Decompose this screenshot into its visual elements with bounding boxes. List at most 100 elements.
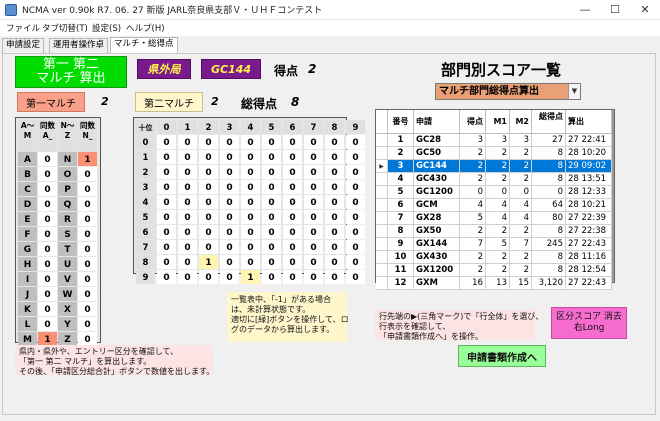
table-row[interactable]: 9 GX144 7 5 7 245 27 22:43 xyxy=(376,238,614,251)
menu-settings[interactable]: 設定(S) xyxy=(92,22,121,34)
grid-cell: 0 xyxy=(38,197,57,211)
minimize-button[interactable]: — xyxy=(570,0,600,20)
table-row[interactable]: 11 GX1200 2 2 2 8 28 12:54 xyxy=(376,264,614,277)
grid-col-header: 7 xyxy=(304,120,323,134)
first-multi-value: 2 xyxy=(101,95,109,108)
chevron-down-icon[interactable]: ▼ xyxy=(568,84,580,99)
row-selector[interactable] xyxy=(376,277,388,290)
table-row[interactable]: 7 GX28 5 4 4 80 27 22:39 xyxy=(376,212,614,225)
table-cell: 5 xyxy=(388,186,414,199)
grid-cell: 0 xyxy=(178,255,197,269)
grid-row-header: 8 xyxy=(136,255,155,269)
grid-cell: 1 xyxy=(241,270,260,284)
row-selector[interactable] xyxy=(376,134,388,147)
table-cell: 8 xyxy=(532,251,566,264)
grid-col-header: 5 xyxy=(262,120,281,134)
table-row[interactable]: 8 GX50 2 2 2 8 27 22:38 xyxy=(376,225,614,238)
row-selector[interactable] xyxy=(376,199,388,212)
calc-mode-select[interactable]: マルチ部門総得点算出 ▼ xyxy=(435,83,581,100)
table-row[interactable]: 12 GXM 16 13 15 3,120 27 22:43 xyxy=(376,277,614,290)
grid-cell: 0 xyxy=(220,165,239,179)
table-row[interactable]: 1 GC28 3 3 3 27 27 22:41 xyxy=(376,134,614,147)
row-selector[interactable] xyxy=(376,212,388,225)
table-cell: 2 xyxy=(486,251,510,264)
table-row[interactable]: 6 GCM 4 4 4 64 28 10:21 xyxy=(376,199,614,212)
grid-cell: 0 xyxy=(262,150,281,164)
tab-multi-total[interactable]: マルチ・総得点 xyxy=(110,37,178,54)
grid-col-header: 4 xyxy=(241,120,260,134)
table-cell: 28 12:33 xyxy=(566,186,612,199)
table-header-row: 番号 申請 得点 M1 M2 総得点 算出 xyxy=(376,110,614,134)
grid-cell: 0 xyxy=(325,240,344,254)
grid-col-header: 9 xyxy=(346,120,365,134)
score-label: 得点 xyxy=(274,64,299,78)
grid-cell: 0 xyxy=(220,225,239,239)
row-selector-arrow-icon[interactable]: ▶ xyxy=(376,160,388,173)
menu-file[interactable]: ファイル xyxy=(6,22,40,34)
table-cell: 27 22:38 xyxy=(566,225,612,238)
grid-cell: O xyxy=(58,167,77,181)
close-button[interactable]: ✕ xyxy=(630,0,660,20)
create-application-button[interactable]: 申請書類作成へ xyxy=(458,345,546,367)
calc-multi-button[interactable]: 第一 第二 マルチ 算出 xyxy=(15,56,127,88)
grid-cell: 0 xyxy=(78,332,97,346)
clear-category-score-button[interactable]: 区分スコア 消去 右Long xyxy=(551,307,627,339)
table-row[interactable]: 10 GX430 2 2 2 8 28 11:16 xyxy=(376,251,614,264)
table-header-cell: M1 xyxy=(486,110,510,134)
outside-station-tag: 県外局 xyxy=(137,59,191,79)
row-selector[interactable] xyxy=(376,147,388,160)
table-row[interactable]: 2 GC50 2 2 2 8 28 10:20 xyxy=(376,147,614,160)
table-row[interactable]: 4 GC430 2 2 2 8 28 13:51 xyxy=(376,173,614,186)
grid-cell: 0 xyxy=(283,135,302,149)
table-cell: 2 xyxy=(486,264,510,277)
row-selector[interactable] xyxy=(376,264,388,277)
table-cell: 8 xyxy=(532,225,566,238)
first-multi-button[interactable]: 第一マルチ xyxy=(17,92,85,112)
table-header-cell: 総得点 xyxy=(532,110,566,134)
row-selector[interactable] xyxy=(376,186,388,199)
grid-cell: 0 xyxy=(38,182,57,196)
table-cell: 27 22:39 xyxy=(566,212,612,225)
table-row[interactable]: 5 GC1200 0 0 0 0 28 12:33 xyxy=(376,186,614,199)
table-row[interactable]: ▶ 3 GC144 2 2 2 8 29 09:02 xyxy=(376,160,614,173)
row-selector-header[interactable] xyxy=(376,110,388,134)
grid-cell: 0 xyxy=(304,150,323,164)
instruction-note-left: 県内・県外や、エントリー区分を確認して、 「第一 第二 マルチ」を算出します。 … xyxy=(15,345,214,376)
grid-cell: 0 xyxy=(283,225,302,239)
tab-operator-console[interactable]: 運用者操作卓 xyxy=(49,38,109,53)
grid-cell: M xyxy=(18,332,37,346)
grid-cell: 0 xyxy=(178,210,197,224)
table-cell: 27 22:43 xyxy=(566,277,612,290)
grid-cell: K xyxy=(18,302,37,316)
grid-cell: 0 xyxy=(262,135,281,149)
app-icon xyxy=(5,4,17,16)
grid-cell: 0 xyxy=(220,210,239,224)
table-cell: 7 xyxy=(510,238,532,251)
grid-cell: 0 xyxy=(157,150,176,164)
grid-cell: 0 xyxy=(304,180,323,194)
row-selector[interactable] xyxy=(376,251,388,264)
grid-cell: 0 xyxy=(199,135,218,149)
table-cell: 8 xyxy=(532,173,566,186)
grid-cell: 0 xyxy=(241,180,260,194)
grid-cell: 0 xyxy=(157,210,176,224)
table-cell: 3 xyxy=(460,134,486,147)
table-cell: 2 xyxy=(460,173,486,186)
row-selector[interactable] xyxy=(376,173,388,186)
title-bar: NCMA ver 0.90k R7. 06. 27 新版 JARL奈良県支部Ｖ・… xyxy=(0,0,660,20)
maximize-button[interactable]: ☐ xyxy=(600,0,630,20)
grid-cell: 0 xyxy=(304,255,323,269)
grid-cell: 0 xyxy=(346,210,365,224)
menu-help[interactable]: ヘルプ(H) xyxy=(126,22,165,34)
second-multi-button[interactable]: 第二マルチ xyxy=(135,92,203,112)
score-value: 2 xyxy=(308,62,317,76)
menu-tab-switch[interactable]: タブ切替(T) xyxy=(42,22,88,34)
grid-cell: 0 xyxy=(199,195,218,209)
row-selector[interactable] xyxy=(376,225,388,238)
grid-cell: 0 xyxy=(78,167,97,181)
table-cell: 8 xyxy=(532,147,566,160)
grid-cell: 0 xyxy=(157,255,176,269)
tab-application-settings[interactable]: 申請設定 xyxy=(2,38,45,53)
row-selector[interactable] xyxy=(376,238,388,251)
grid-cell: 0 xyxy=(346,180,365,194)
